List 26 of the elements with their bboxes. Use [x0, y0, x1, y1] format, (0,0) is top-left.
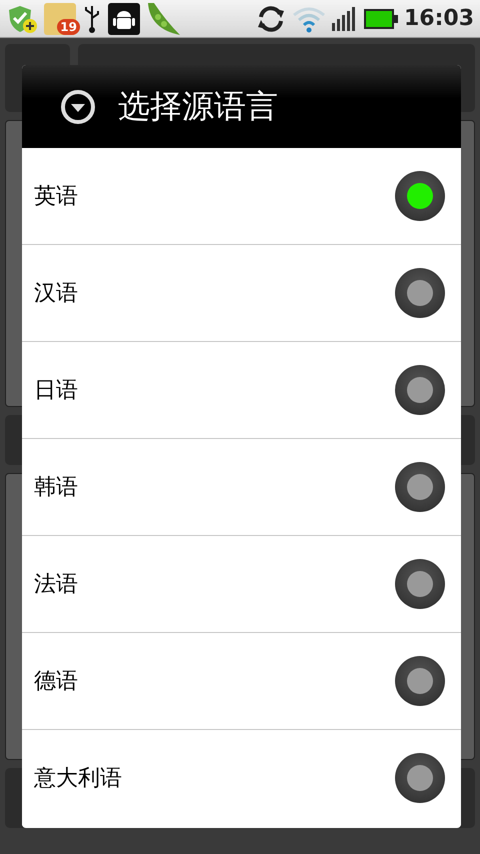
dropdown-icon — [60, 88, 96, 124]
radio-button[interactable] — [395, 656, 445, 706]
android-icon — [108, 2, 140, 34]
language-label: 英语 — [34, 183, 78, 211]
clock-time: 16:03 — [404, 6, 474, 31]
sync-icon — [256, 4, 286, 32]
radio-button[interactable] — [395, 365, 445, 415]
shield-check-icon — [6, 4, 38, 34]
signal-icon — [332, 6, 358, 30]
dialog-title: 选择源语言 — [118, 86, 278, 126]
peapod-icon — [146, 0, 182, 36]
language-label: 日语 — [34, 377, 78, 405]
radio-button[interactable] — [395, 559, 445, 609]
usb-icon — [82, 4, 102, 34]
language-label: 汉语 — [34, 280, 78, 308]
radio-button[interactable] — [395, 171, 445, 221]
notification-badge: 19 — [57, 18, 80, 34]
language-label: 意大利语 — [34, 765, 122, 793]
radio-button[interactable] — [395, 268, 445, 318]
language-label: 韩语 — [34, 474, 78, 502]
battery-icon — [364, 8, 398, 28]
language-label: 德语 — [34, 668, 78, 696]
language-label: 法语 — [34, 571, 78, 599]
radio-button[interactable] — [395, 753, 445, 803]
wifi-icon — [292, 4, 326, 32]
radio-button[interactable] — [395, 462, 445, 512]
